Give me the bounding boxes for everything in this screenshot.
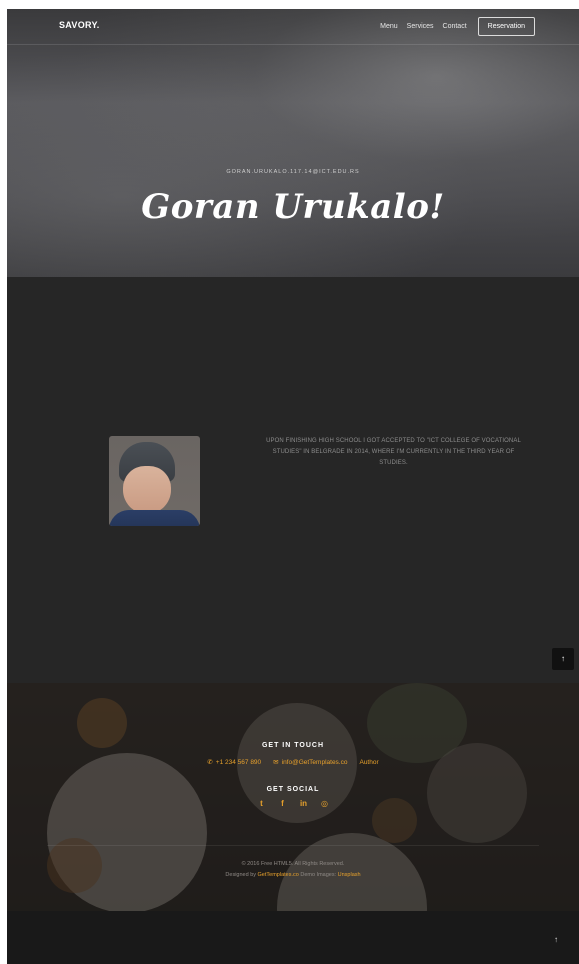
footer: GET IN TOUCH ✆ +1 234 567 890 ✉ info@Get…: [7, 683, 579, 911]
gettemplates-link[interactable]: GetTemplates.co: [258, 872, 299, 878]
linkedin-icon[interactable]: in: [298, 799, 310, 808]
nav-link-contact[interactable]: Contact: [443, 23, 467, 30]
page: SAVORY. Menu Services Contact Reservatio…: [7, 9, 579, 964]
unsplash-link[interactable]: Unsplash: [338, 872, 361, 878]
credit-mid: Demo Images:: [300, 872, 338, 878]
hero-title: Goran Urukalo!: [141, 187, 445, 227]
arrow-up-icon: ↑: [561, 654, 565, 663]
email-link[interactable]: ✉ info@GetTemplates.co: [273, 758, 348, 767]
facebook-icon[interactable]: f: [277, 799, 289, 808]
phone-number: +1 234 567 890: [215, 758, 262, 766]
dribbble-icon[interactable]: ◎: [319, 799, 331, 808]
about-section: UPON FINISHING HIGH SCHOOL I GOT ACCEPTE…: [7, 277, 579, 683]
hero-section: SAVORY. Menu Services Contact Reservatio…: [7, 9, 579, 277]
reservation-button[interactable]: Reservation: [477, 17, 535, 36]
hero-email: GORAN.URUKALO.117.14@ICT.EDU.RS: [226, 169, 360, 175]
bottom-bar: [7, 911, 579, 964]
arrow-up-icon: ↑: [554, 935, 558, 944]
phone-icon: ✆: [207, 759, 213, 766]
twitter-icon[interactable]: t: [256, 799, 268, 808]
credit-text: Designed by GetTemplates.co Demo Images:…: [7, 872, 579, 878]
author-link[interactable]: Author: [359, 759, 378, 766]
credit-prefix: Designed by: [225, 872, 258, 878]
phone-link[interactable]: ✆ +1 234 567 890: [207, 758, 262, 767]
scroll-to-top-button[interactable]: ↑: [552, 648, 574, 670]
brand-logo[interactable]: SAVORY.: [59, 20, 100, 30]
contact-row: ✆ +1 234 567 890 ✉ info@GetTemplates.co …: [7, 758, 579, 767]
copyright-text: © 2016 Free HTML5. All Rights Reserved.: [241, 861, 345, 867]
top-navbar: SAVORY. Menu Services Contact Reservatio…: [7, 9, 579, 45]
profile-photo: [109, 436, 200, 526]
social-links: t f in ◎: [7, 799, 579, 808]
get-in-touch-heading: GET IN TOUCH: [261, 742, 325, 749]
nav-link-services[interactable]: Services: [407, 23, 434, 30]
envelope-icon: ✉: [273, 759, 279, 766]
scroll-to-top-button-bottom[interactable]: ↑: [545, 929, 567, 951]
email-address: info@GetTemplates.co: [281, 758, 348, 766]
footer-divider: [47, 845, 539, 846]
about-text: UPON FINISHING HIGH SCHOOL I GOT ACCEPTE…: [266, 438, 521, 466]
nav-links: Menu Services Contact Reservation: [380, 17, 535, 36]
nav-link-menu[interactable]: Menu: [380, 23, 398, 30]
get-social-heading: GET SOCIAL: [266, 786, 320, 793]
